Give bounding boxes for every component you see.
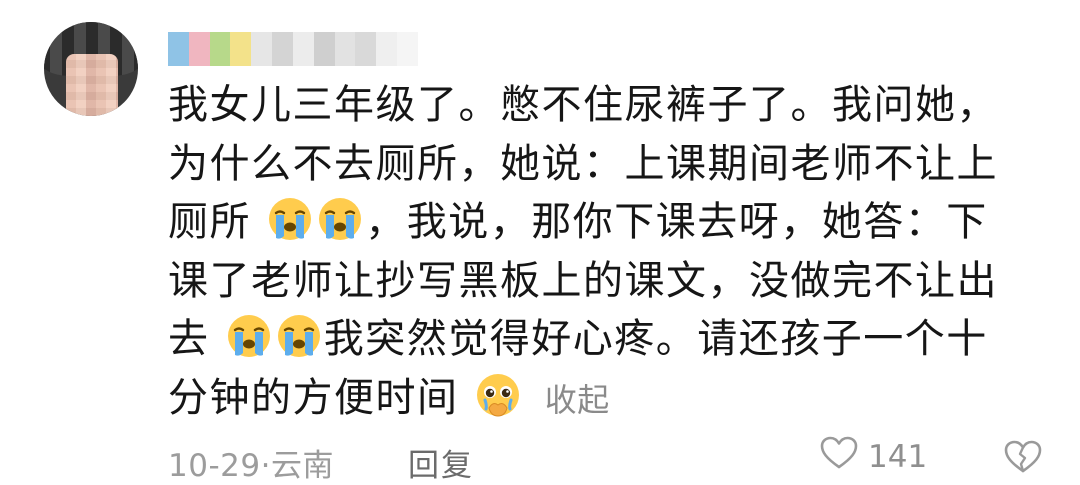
meta-separator: · <box>260 448 271 484</box>
comment-line-4: 课了老师让抄写黑板上的课文，没做完不让出 <box>168 257 998 304</box>
like-count: 141 <box>868 439 928 475</box>
avatar[interactable] <box>44 22 138 116</box>
crying-face-icon <box>226 313 272 359</box>
crying-face-icon <box>317 196 363 242</box>
crying-face-icon <box>276 313 322 359</box>
comment-footer: 10-29·云南 回复 141 <box>168 436 1048 485</box>
dislike-button[interactable] <box>1004 440 1042 482</box>
comment-line-5: 去 我突然觉得好心疼。请还孩子一个十 <box>168 310 1028 369</box>
pleading-face-icon <box>475 372 521 418</box>
comment-card: 我女儿三年级了。憋不住尿裤子了。我问她， 为什么不去厕所，她说：上课期间老师不让… <box>0 0 1080 485</box>
username-blurred[interactable] <box>168 26 418 72</box>
comment-line-3: 厕所 ，我说，那你下课去呀，她答：下 <box>168 193 1028 252</box>
crying-face-icon <box>267 196 313 242</box>
collapse-link[interactable]: 收起 <box>545 381 610 419</box>
broken-heart-icon <box>1004 440 1042 482</box>
comment-meta: 10-29·云南 <box>168 440 334 485</box>
comment-text: 我女儿三年级了。憋不住尿裤子了。我问她， 为什么不去厕所，她说：上课期间老师不让… <box>168 76 1028 427</box>
comment-line-6: 分钟的方便时间 收起 <box>168 369 1028 428</box>
avatar-face <box>66 54 118 116</box>
comment-date: 10-29 <box>168 448 261 484</box>
comment-location: 云南 <box>270 448 334 484</box>
comment-line-1: 我女儿三年级了。憋不住尿裤子了。我问她， <box>168 82 998 128</box>
like-button[interactable]: 141 <box>820 436 927 478</box>
reply-button[interactable]: 回复 <box>408 440 474 485</box>
comment-line-2: 为什么不去厕所，她说：上课期间老师不让上 <box>168 140 998 187</box>
heart-icon <box>820 436 858 478</box>
